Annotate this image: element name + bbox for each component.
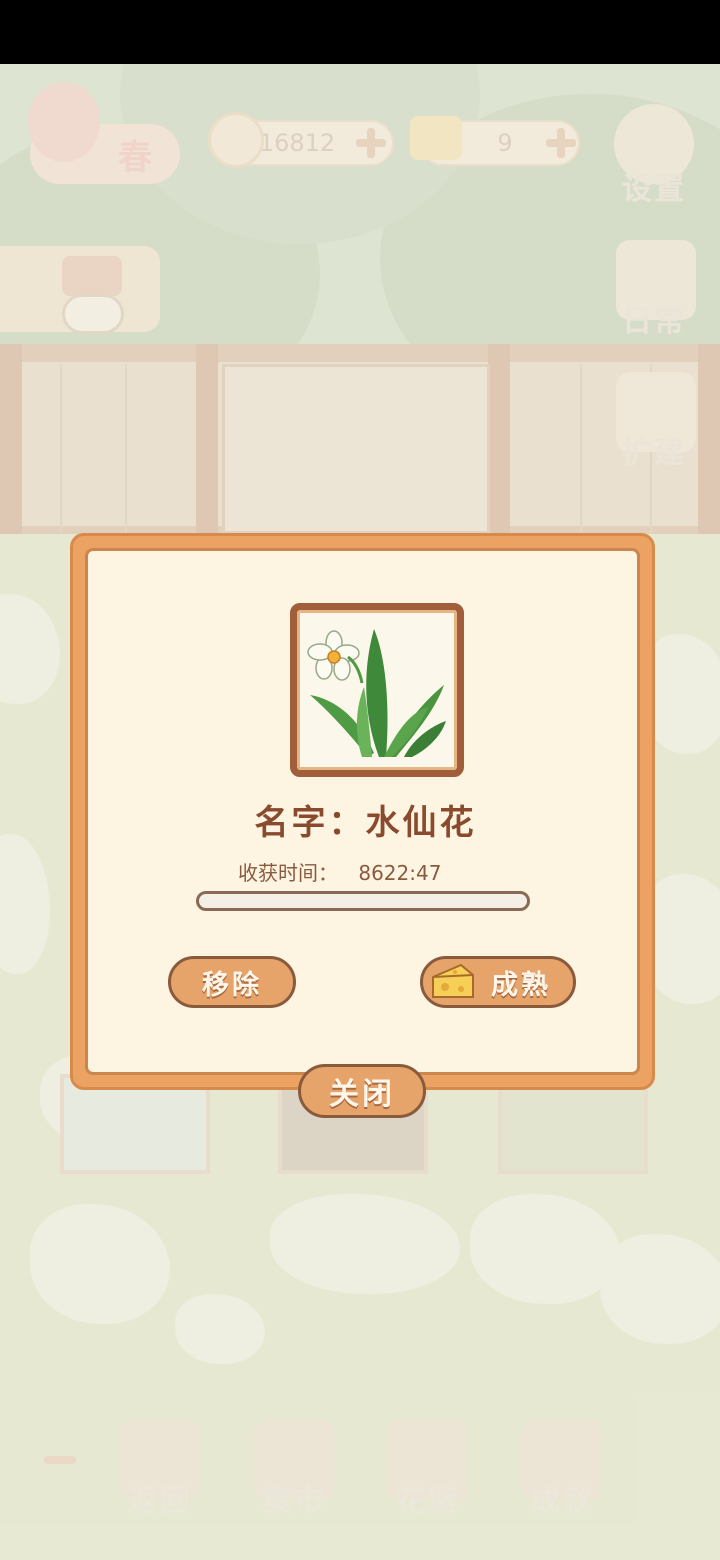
plant-name: 名字：水仙花 — [254, 803, 477, 843]
ripen-button[interactable]: 成熟 — [420, 956, 576, 1008]
ripen-button-label: 成熟 — [491, 969, 551, 1001]
remove-button[interactable]: 移除 — [168, 956, 296, 1008]
harvest-time-row: 收获时间： 8622:47 — [238, 857, 455, 886]
harvest-time-value: 8622:47 — [358, 861, 442, 885]
close-button-label: 关闭 — [329, 1077, 395, 1112]
plant-info-dialog: 名字：水仙花 收获时间： 8622:47 移除 成熟 — [70, 533, 655, 1090]
dialog-panel: 名字：水仙花 收获时间： 8622:47 移除 成熟 — [85, 548, 640, 1075]
growth-progress-bar — [196, 891, 530, 911]
plant-image-frame — [290, 603, 464, 777]
harvest-time-label: 收获时间： — [238, 861, 338, 885]
narcissus-flower-icon — [307, 629, 446, 757]
close-button[interactable]: 关闭 — [298, 1064, 426, 1118]
cheese-icon — [432, 963, 474, 998]
status-bar — [0, 0, 720, 64]
remove-button-label: 移除 — [202, 969, 262, 1001]
